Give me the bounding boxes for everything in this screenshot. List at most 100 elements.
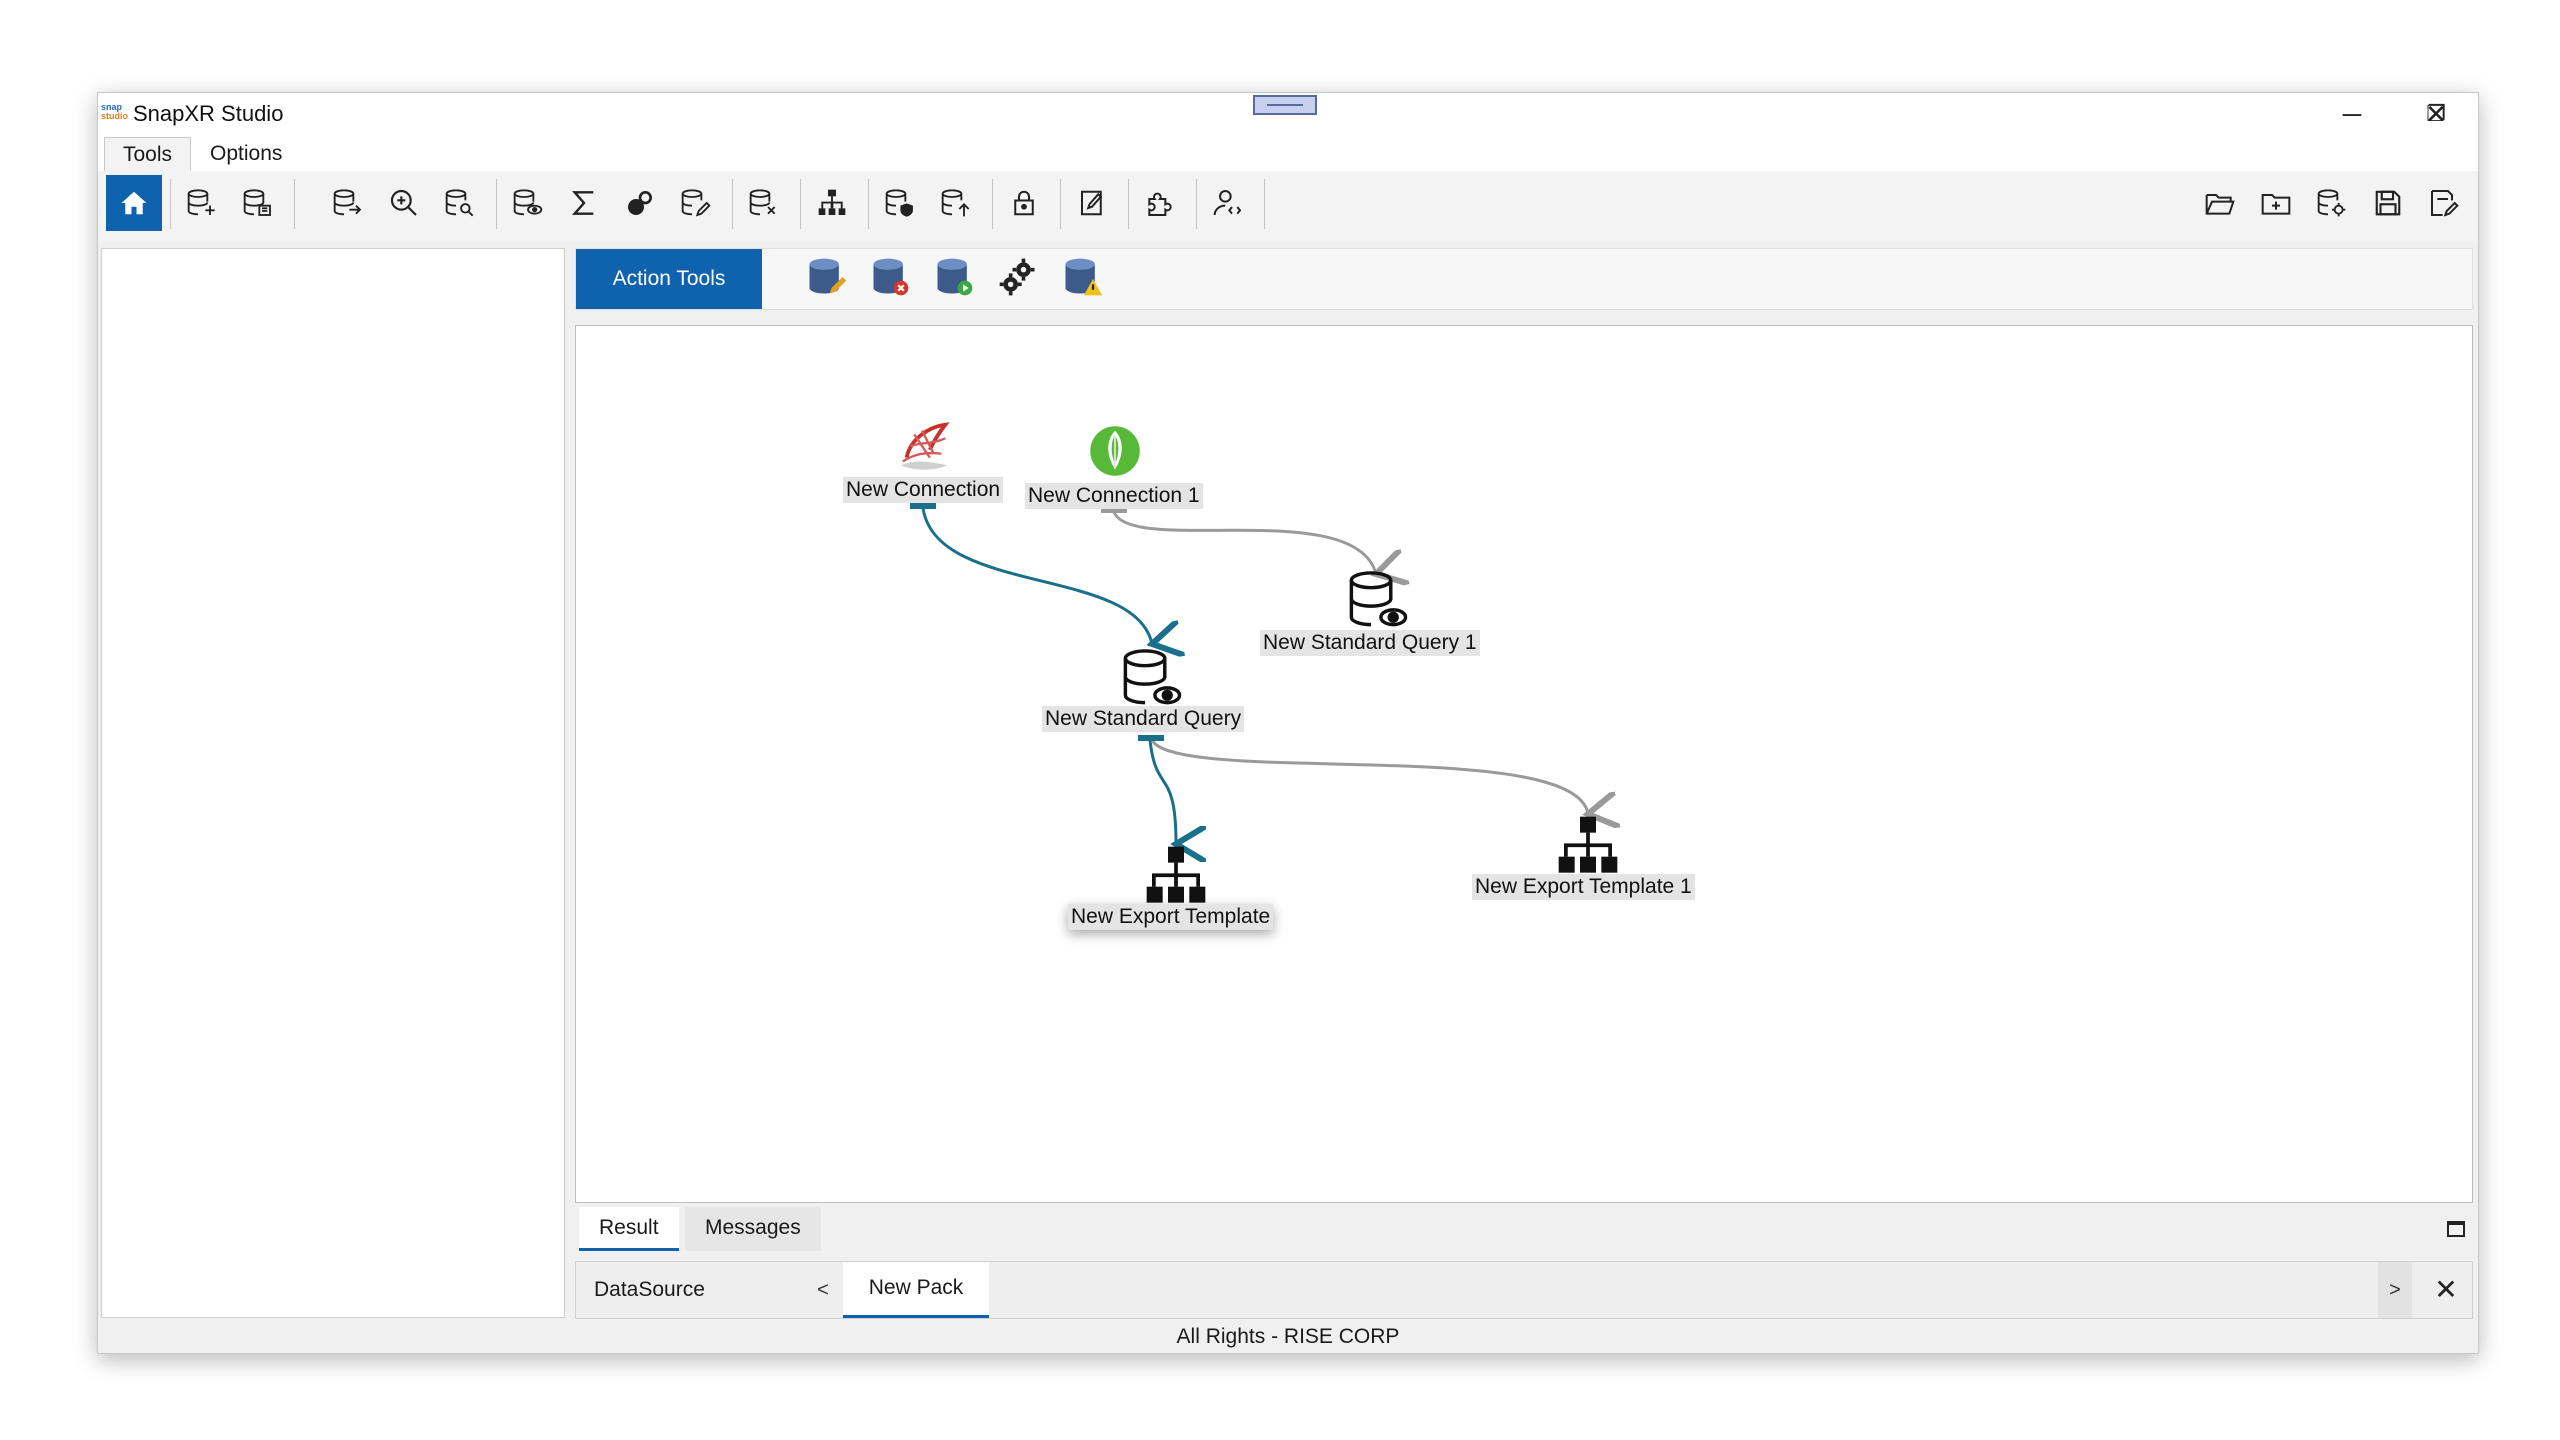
mongodb-leaf-icon <box>1090 426 1140 476</box>
save-icon <box>2375 190 2401 216</box>
export-template-icon <box>1146 846 1206 903</box>
zoom-search-button[interactable] <box>376 175 432 231</box>
database-settings-button[interactable] <box>230 175 286 231</box>
node-label-new-export-template[interactable]: New Export Template <box>1068 904 1274 930</box>
lock-button[interactable] <box>996 175 1052 231</box>
node-new-connection-icon-wrap[interactable] <box>894 418 954 474</box>
open-folder-button[interactable] <box>2192 175 2248 231</box>
home-icon <box>121 191 147 215</box>
node-label-new-export-template-1[interactable]: New Export Template 1 <box>1472 874 1695 900</box>
menu-tab-tools[interactable]: Tools <box>104 137 192 171</box>
node-new-standard-query-icon-wrap[interactable] <box>1118 646 1182 710</box>
explorer-panel[interactable] <box>101 248 565 1318</box>
add-database-button[interactable] <box>174 175 230 231</box>
tab-messages[interactable]: Messages <box>685 1207 821 1251</box>
db-delete-action-button[interactable] <box>868 255 916 303</box>
lock-icon <box>1014 190 1034 216</box>
tab-result[interactable]: Result <box>579 1207 679 1251</box>
export-template-icon <box>1558 816 1618 873</box>
workflow-canvas[interactable]: New Connection New Connection 1 New Stan… <box>575 325 2473 1203</box>
window-title: SnapXR Studio <box>133 101 284 126</box>
add-database-icon <box>187 189 215 216</box>
node-label-new-connection[interactable]: New Connection <box>843 477 1004 503</box>
drag-handle[interactable] <box>1253 95 1317 115</box>
database-shield-button[interactable] <box>872 175 928 231</box>
home-button[interactable] <box>106 175 162 231</box>
db-delete-action-icon <box>873 258 909 296</box>
database-shield-icon <box>885 189 913 217</box>
save-as-icon <box>2431 190 2459 217</box>
database-gear-icon <box>2317 189 2346 217</box>
database-delete-button[interactable] <box>736 175 792 231</box>
gears-action-icon <box>999 258 1035 296</box>
database-search-button[interactable] <box>432 175 488 231</box>
action-tools-label: Action Tools <box>576 249 762 309</box>
toolbar <box>98 171 2478 241</box>
query-icon <box>1349 571 1408 627</box>
node-new-export-template-1-icon-wrap[interactable] <box>1556 814 1620 878</box>
database-upload-icon <box>941 189 970 217</box>
database-view-button[interactable] <box>500 175 556 231</box>
folder-open-icon <box>2205 194 2235 215</box>
link-query-to-export[interactable] <box>1148 739 1176 844</box>
prev-tab-button[interactable]: < <box>806 1262 840 1318</box>
new-folder-button[interactable] <box>2248 175 2304 231</box>
node-label-new-standard-query[interactable]: New Standard Query <box>1042 706 1245 732</box>
save-as-button[interactable] <box>2416 175 2472 231</box>
tab-new-pack[interactable]: New Pack <box>843 1262 989 1318</box>
save-button[interactable] <box>2360 175 2416 231</box>
database-delete-icon <box>749 189 776 216</box>
database-edit-button[interactable] <box>668 175 724 231</box>
note-edit-button[interactable] <box>1064 175 1120 231</box>
zoom-search-icon <box>390 189 417 216</box>
datasource-label[interactable]: DataSource <box>594 1262 705 1318</box>
action-tools-bar: Action Tools <box>575 248 2473 310</box>
node-new-standard-query-1-icon-wrap[interactable] <box>1344 568 1408 632</box>
app-logo: snap studio <box>101 103 129 123</box>
database-search-icon <box>445 189 474 217</box>
node-label-new-standard-query-1[interactable]: New Standard Query 1 <box>1260 630 1480 656</box>
link-query-to-export1[interactable] <box>1150 739 1588 814</box>
connector-layer <box>910 503 2474 1204</box>
user-code-icon <box>1213 190 1242 216</box>
db-warning-action-icon <box>1065 258 1103 296</box>
db-run-action-button[interactable] <box>932 255 980 303</box>
app-window: snap studio SnapXR Studio ─ ❐ ✕ Tools Op… <box>97 92 2479 1354</box>
link-button[interactable] <box>612 175 668 231</box>
database-export-button[interactable] <box>320 175 376 231</box>
folder-add-icon <box>2261 194 2291 215</box>
hierarchy-icon <box>818 189 846 215</box>
logo-text-bottom: studio <box>101 111 128 121</box>
gears-action-button[interactable] <box>996 255 1044 303</box>
user-code-button[interactable] <box>1200 175 1256 231</box>
menu-bar: Tools Options <box>98 135 2478 171</box>
db-edit-action-button[interactable] <box>804 255 852 303</box>
hierarchy-button[interactable] <box>804 175 860 231</box>
node-new-connection-1-icon-wrap[interactable] <box>1088 424 1142 478</box>
link-icon <box>628 191 652 215</box>
close-pack-button[interactable]: ✕ <box>2420 1262 2472 1318</box>
db-warning-action-button[interactable] <box>1060 255 1108 303</box>
status-bar: All Rights - RISE CORP <box>1176 1325 1400 1348</box>
plugin-icon <box>1148 192 1172 216</box>
db-run-action-icon <box>937 258 973 296</box>
node-new-export-template-icon-wrap[interactable] <box>1144 844 1208 908</box>
link-connection1-to-query1[interactable] <box>1112 511 1376 574</box>
menu-tab-options[interactable]: Options <box>192 137 300 171</box>
title-bar[interactable]: snap studio SnapXR Studio ─ ❐ ✕ <box>98 93 2478 135</box>
close-window-button[interactable]: ✕ <box>2394 93 2478 135</box>
pack-tab-bar: DataSource < New Pack > ✕ <box>575 1261 2473 1319</box>
database-upload-button[interactable] <box>928 175 984 231</box>
node-label-new-connection-1[interactable]: New Connection 1 <box>1025 483 1203 509</box>
sum-button[interactable] <box>556 175 612 231</box>
maximize-panel-icon[interactable] <box>2447 1221 2465 1237</box>
database-settings-icon <box>243 189 271 216</box>
plugin-button[interactable] <box>1132 175 1188 231</box>
note-edit-icon <box>1081 190 1103 216</box>
next-tab-button[interactable]: > <box>2378 1262 2412 1318</box>
link-connection-to-query[interactable] <box>921 507 1152 644</box>
database-edit-icon <box>681 189 711 217</box>
database-gear-button[interactable] <box>2304 175 2360 231</box>
db-edit-action-icon <box>809 258 847 294</box>
sql-server-icon <box>900 422 950 470</box>
